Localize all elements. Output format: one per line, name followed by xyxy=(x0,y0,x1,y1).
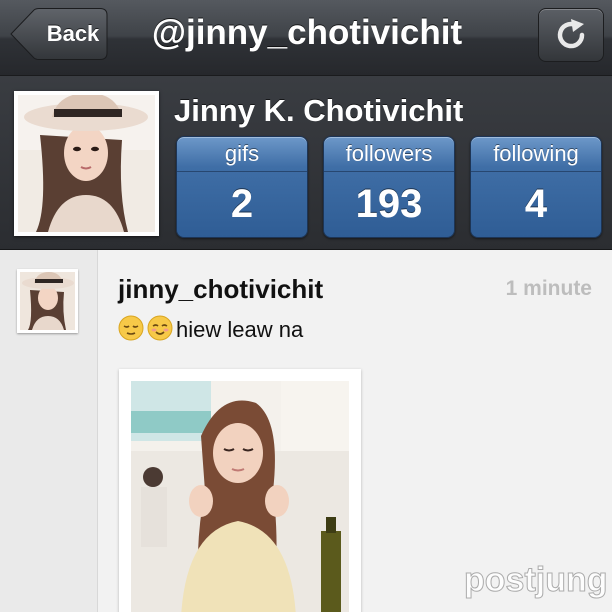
following-label: following xyxy=(493,141,579,166)
postjung-watermark: postjung xyxy=(464,561,609,600)
post-caption: hiew leaw na xyxy=(118,312,303,346)
following-value: 4 xyxy=(524,182,548,226)
followers-value: 193 xyxy=(355,182,423,226)
profile-header: Jinny K. Chotivichit gifs 2 followers 19… xyxy=(0,76,612,250)
post-caption-text: hiew leaw na xyxy=(176,317,304,343)
profile-name: Jinny K. Chotivichit xyxy=(174,93,464,128)
relieved-face-icon xyxy=(118,315,144,341)
post-timestamp: 1 minute xyxy=(505,277,592,300)
svg-text:postjung: postjung xyxy=(464,561,608,599)
back-button[interactable]: Back xyxy=(10,8,108,60)
post-image[interactable] xyxy=(119,369,361,612)
page-title: @jinny_chotivichit xyxy=(151,13,463,52)
back-button-label: Back xyxy=(46,21,100,46)
profile-avatar[interactable] xyxy=(14,91,159,236)
smiling-face-icon xyxy=(147,315,173,341)
gifs-value: 2 xyxy=(230,182,254,226)
post-username[interactable]: jinny_chotivichit xyxy=(118,272,323,306)
following-count-button[interactable]: following 4 xyxy=(470,136,602,238)
navigation-bar: Back @jinny_chotivichit xyxy=(0,0,612,76)
post-avatar[interactable] xyxy=(17,269,78,333)
watermark-logo: postjung xyxy=(462,553,609,605)
post-avatar-photo xyxy=(20,272,75,330)
followers-label: followers xyxy=(345,141,433,166)
profile-photo xyxy=(18,95,155,232)
post-photo xyxy=(131,381,349,612)
app-screen: Back @jinny_chotivichit Jinny K. Chotivi… xyxy=(0,0,612,612)
followers-count-button[interactable]: followers 193 xyxy=(323,136,455,238)
refresh-icon xyxy=(557,19,585,49)
refresh-button[interactable] xyxy=(538,8,604,62)
gifs-count-button[interactable]: gifs 2 xyxy=(176,136,308,238)
gifs-label: gifs xyxy=(224,141,260,166)
